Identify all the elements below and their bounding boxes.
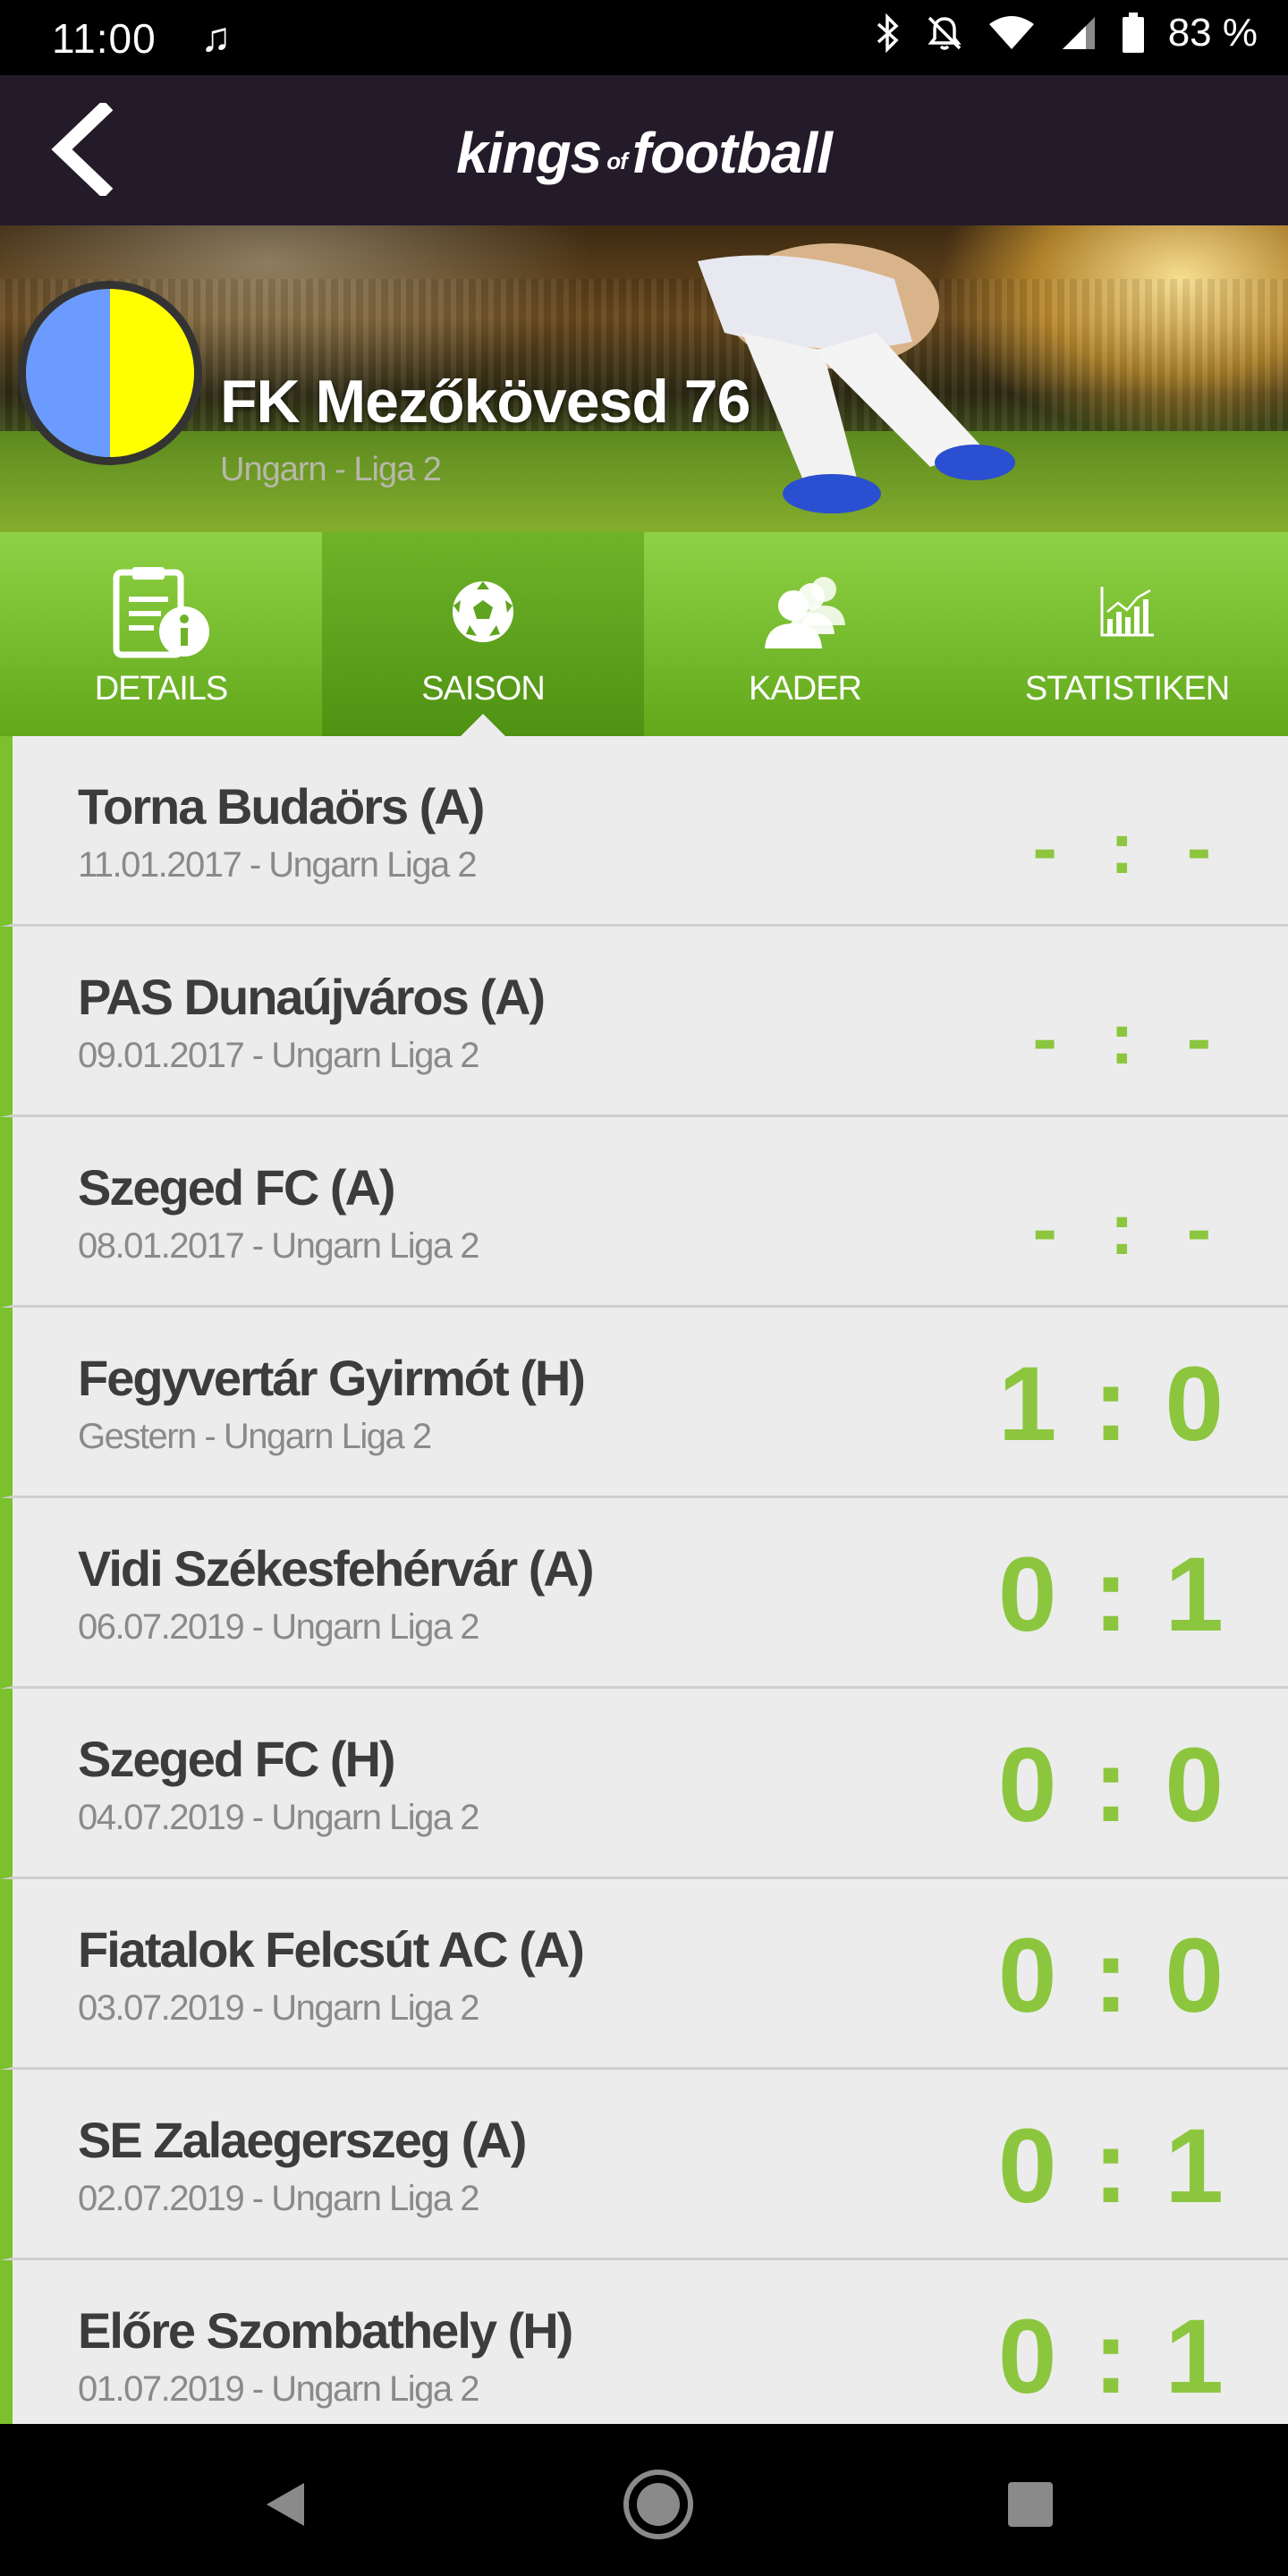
soccer-ball-icon (453, 581, 513, 642)
back-triangle-icon (267, 2483, 304, 2526)
match-row[interactable]: SE Zalaegerszeg (A) 02.07.2019 - Ungarn … (0, 2070, 1288, 2260)
match-row[interactable]: Előre Szombathely (H) 01.07.2019 - Ungar… (0, 2260, 1288, 2424)
match-opponent: Szeged FC (A) (78, 1159, 396, 1216)
match-opponent: PAS Dunaújváros (A) (78, 969, 546, 1025)
match-row[interactable]: Fiatalok Felcsút AC (A) 03.07.2019 - Ung… (0, 1879, 1288, 2070)
match-score: 0 : 1 (997, 2107, 1227, 2225)
club-league: Ungarn - Liga 2 (220, 451, 442, 488)
match-date-league: 01.07.2019 - Ungarn Liga 2 (78, 2369, 480, 2409)
match-score: - : - (1032, 998, 1227, 1080)
tab-saison-label: SAISON (421, 670, 546, 708)
match-score: 0 : 0 (997, 1917, 1227, 2035)
system-nav-bar (0, 2424, 1288, 2576)
match-opponent: SE Zalaegerszeg (A) (78, 2112, 527, 2168)
club-name: FK Mezőkövesd 76 (220, 368, 750, 436)
nav-home-button[interactable] (614, 2460, 703, 2549)
app-header: kings offootball (0, 75, 1288, 225)
match-opponent: Torna Budaörs (A) (78, 778, 485, 835)
match-score: 0 : 1 (997, 2298, 1227, 2416)
cell-signal-icon (1062, 17, 1095, 49)
logo-text-kings: kings (456, 121, 602, 185)
nav-back-button[interactable] (242, 2460, 331, 2549)
status-time: 11:00 (52, 15, 157, 62)
club-tabs: DETAILS SAISON KADER STATISTIKEN (0, 532, 1288, 737)
crest-left-half (26, 289, 110, 457)
tab-details-label: DETAILS (94, 670, 229, 708)
bluetooth-icon (877, 13, 899, 53)
match-opponent: Fiatalok Felcsút AC (A) (78, 1921, 585, 1978)
match-date-league: 08.01.2017 - Ungarn Liga 2 (78, 1226, 480, 1266)
club-hero-banner: FK Mezőkövesd 76 Ungarn - Liga 2 (0, 225, 1288, 532)
match-row[interactable]: Vidi Székesfehérvár (A) 06.07.2019 - Ung… (0, 1498, 1288, 1689)
wifi-icon (988, 16, 1034, 49)
tab-statistiken[interactable]: STATISTIKEN (966, 532, 1288, 736)
club-crest (18, 281, 202, 465)
battery-percent: 83 % (1167, 11, 1258, 55)
match-date-league: Gestern - Ungarn Liga 2 (78, 1417, 432, 1456)
tab-details[interactable]: DETAILS (0, 532, 322, 736)
document-info-icon (113, 567, 209, 658)
match-opponent: Előre Szombathely (H) (78, 2302, 573, 2359)
home-circle-icon (623, 2470, 693, 2539)
logo-text-of: of (606, 148, 628, 174)
match-score: 0 : 1 (997, 1536, 1227, 1654)
match-score: 0 : 0 (997, 1726, 1227, 1844)
notifications-off-icon (928, 16, 962, 50)
status-icons: 83 % (875, 11, 1258, 55)
tab-kader[interactable]: KADER (644, 532, 966, 736)
status-bar: 11:00 ♫ 83 % (0, 0, 1288, 75)
match-list[interactable]: Torna Budaörs (A) 11.01.2017 - Ungarn Li… (0, 736, 1288, 2424)
match-score: - : - (1032, 808, 1227, 889)
match-date-league: 09.01.2017 - Ungarn Liga 2 (78, 1036, 480, 1075)
tab-kader-label: KADER (749, 670, 862, 708)
match-date-league: 03.07.2019 - Ungarn Liga 2 (78, 1988, 480, 2028)
match-row[interactable]: Torna Budaörs (A) 11.01.2017 - Ungarn Li… (0, 736, 1288, 927)
tab-statistiken-label: STATISTIKEN (1024, 670, 1230, 708)
match-date-league: 04.07.2019 - Ungarn Liga 2 (78, 1798, 480, 1837)
match-row[interactable]: Szeged FC (A) 08.01.2017 - Ungarn Liga 2… (0, 1117, 1288, 1308)
recents-square-icon (1008, 2482, 1053, 2527)
match-score: 1 : 0 (997, 1345, 1227, 1463)
match-score: - : - (1032, 1189, 1227, 1270)
match-row[interactable]: Szeged FC (H) 04.07.2019 - Ungarn Liga 2… (0, 1689, 1288, 1879)
nav-recents-button[interactable] (986, 2460, 1075, 2549)
team-icon (765, 577, 845, 648)
tab-saison[interactable]: SAISON (322, 532, 644, 737)
logo-text-football: football (631, 121, 833, 185)
app-logo: kings offootball (0, 120, 1288, 186)
match-date-league: 11.01.2017 - Ungarn Liga 2 (78, 845, 478, 885)
match-row[interactable]: PAS Dunaújváros (A) 09.01.2017 - Ungarn … (0, 927, 1288, 1117)
match-row[interactable]: Fegyvertár Gyirmót (H) Gestern - Ungarn … (0, 1308, 1288, 1498)
match-date-league: 06.07.2019 - Ungarn Liga 2 (78, 1607, 480, 1647)
battery-icon (1122, 13, 1144, 53)
bar-chart-icon (1100, 587, 1154, 637)
match-opponent: Vidi Székesfehérvár (A) (78, 1540, 594, 1597)
match-opponent: Szeged FC (H) (78, 1731, 396, 1787)
music-note-icon: ♫ (200, 13, 232, 60)
match-date-league: 02.07.2019 - Ungarn Liga 2 (78, 2179, 480, 2218)
match-opponent: Fegyvertár Gyirmót (H) (78, 1350, 586, 1406)
